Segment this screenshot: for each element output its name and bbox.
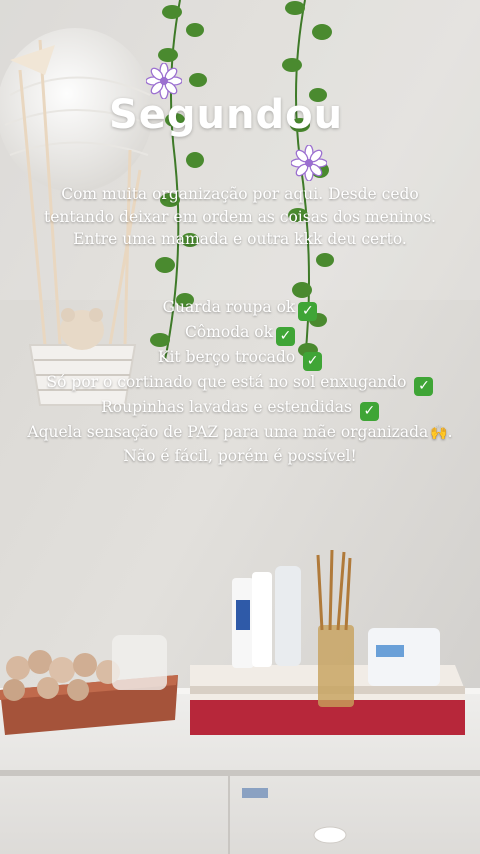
story-title: Segundou [108,92,344,138]
checklist-item-text: Só por o cortinado que está no sol enxug… [46,373,412,391]
checklist-item: Só por o cortinado que está no sol enxug… [0,371,480,396]
checklist-item-text: Roupinhas lavadas e estendidas [101,398,357,416]
intro-paragraph: Com muita organização por aqui. Desde ce… [0,183,480,251]
checklist-item-text: Kit berço trocado [157,348,301,366]
check-mark-icon: ✓ [298,302,318,321]
raised-hands-icon: 🙌 [430,425,448,441]
checklist-item: Cômoda ok ✓ [0,321,480,346]
intro-line: Com muita organização por aqui. Desde ce… [61,185,419,203]
checklist-item-text: Cômoda ok [184,323,274,341]
checklist-item: Guarda roupa ok ✓ [0,296,480,321]
check-mark-icon: ✓ [359,402,379,421]
intro-line: Entre uma mamada e outra kkk deu certo. [73,230,407,248]
checklist-item-text: Aquela sensação de PAZ para uma mãe orga… [27,423,429,441]
closing-line: Não é fácil, porém é possível! [123,447,357,465]
checklist-item: Aquela sensação de PAZ para uma mãe orga… [0,421,480,445]
checklist-item: Roupinhas lavadas e estendidas ✓ [0,396,480,421]
checklist: Guarda roupa ok ✓ Cômoda ok ✓ Kit berço tr… [0,296,480,445]
purple-flower-icon [291,145,327,181]
checklist-item-suffix: . [447,423,453,441]
checklist-item: Kit berço trocado ✓ [0,346,480,371]
story-text-overlay: Segundou Com muita organização por aqui.… [0,0,480,854]
check-mark-icon: ✓ [303,352,323,371]
checklist-item-text: Guarda roupa ok [162,298,296,316]
check-mark-icon: ✓ [414,377,434,396]
check-mark-icon: ✓ [276,327,296,346]
intro-line: tentando deixar em ordem as coisas dos m… [44,207,436,226]
